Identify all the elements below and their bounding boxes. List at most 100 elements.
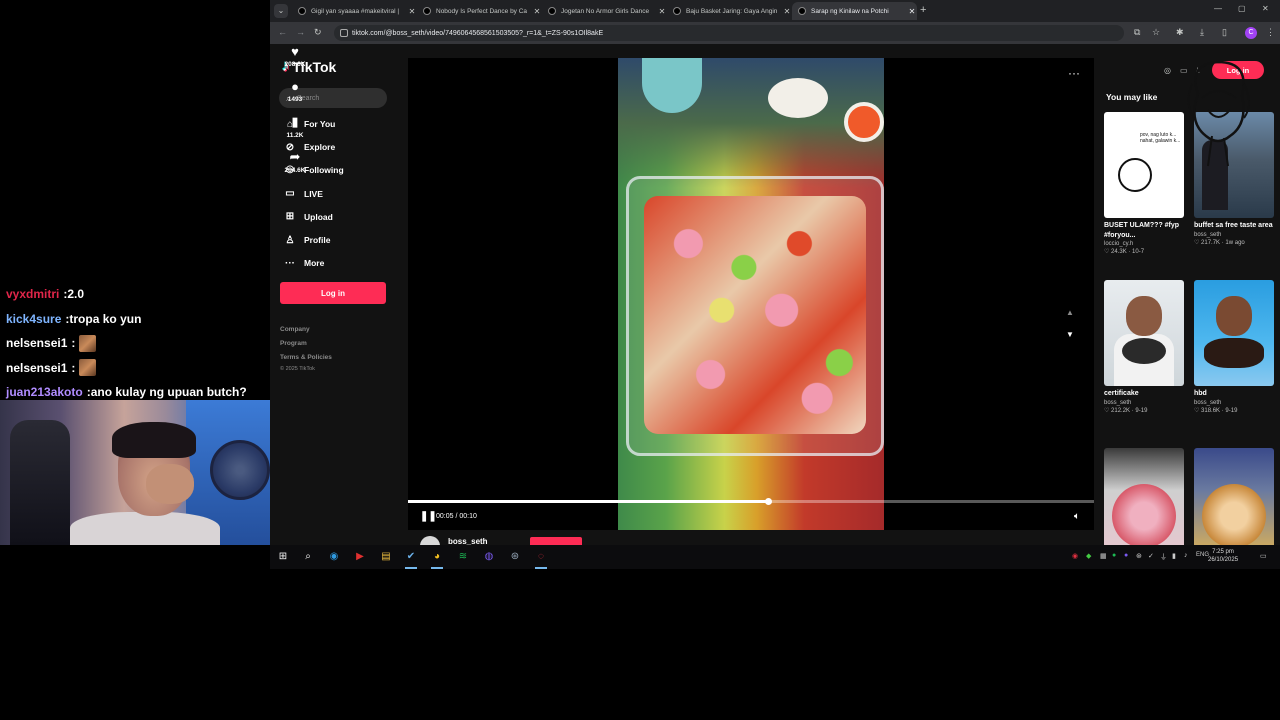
footer-terms[interactable]: Terms & Policies — [280, 354, 332, 361]
obs-icon[interactable]: ◌ — [534, 550, 548, 564]
site-info-icon[interactable] — [340, 29, 348, 37]
sidebar-icon[interactable]: ▯ — [1222, 27, 1227, 38]
follow-button[interactable] — [530, 537, 582, 545]
upload-icon: ⊞ — [285, 211, 295, 223]
reload-button[interactable]: ↻ — [314, 27, 322, 38]
progress-bar[interactable] — [408, 498, 1094, 505]
nav-item-live[interactable]: ▭ LIVE — [284, 186, 323, 202]
video-author[interactable]: boss_seth — [1194, 232, 1274, 238]
discord-icon[interactable]: ◍ — [482, 550, 496, 564]
recommended-video[interactable]: hbd boss_seth ♡ 318.6K · 9-19 — [1194, 280, 1274, 414]
comment-action[interactable]: ● 1493 — [270, 79, 320, 103]
taskbar-clock[interactable]: 7:25 pm 26/10/2025 — [1208, 548, 1238, 564]
coins-icon[interactable]: ◎ — [1164, 66, 1171, 75]
nav-item-upload[interactable]: ⊞ Upload — [284, 209, 333, 225]
browser-tab[interactable]: Nobody Is Perfect Dance by Ca ✕ — [417, 2, 542, 20]
steam-icon[interactable]: ⊛ — [508, 550, 522, 564]
video-stats: ♡ 212.2K · 9-19 — [1104, 407, 1148, 414]
tray-shield-icon[interactable]: ✓ — [1148, 552, 1154, 560]
video-thumbnail[interactable] — [1104, 280, 1184, 386]
video-thumbnail[interactable] — [1194, 448, 1274, 545]
chat-text: 2.0 — [67, 287, 85, 302]
browser-tab[interactable]: Baju Basket Jaring: Gaya Angin ✕ — [667, 2, 792, 20]
taskbar-search-icon[interactable]: ⌕ — [301, 550, 315, 564]
bookmark-icon[interactable]: ▮ — [270, 114, 320, 130]
creator-avatar[interactable] — [420, 536, 440, 545]
next-video-icon[interactable]: ▼ — [1066, 330, 1074, 339]
more-options-icon[interactable]: ··· — [1068, 66, 1080, 80]
tab-close-icon[interactable]: ✕ — [657, 7, 667, 16]
like-action[interactable]: ♥ 208.6K — [270, 44, 320, 68]
volume-icon[interactable]: 🔈︎ — [1074, 511, 1080, 522]
recommended-video[interactable]: certificake boss_seth ♡ 212.2K · 9-19 — [1104, 280, 1184, 414]
recommended-video[interactable] — [1194, 448, 1274, 545]
tray-mic-icon[interactable]: ▮ — [1172, 552, 1176, 560]
tray-app-icon-2[interactable]: ▦ — [1100, 552, 1107, 560]
video-frame[interactable] — [618, 58, 884, 530]
spotify-icon[interactable]: ≋ — [456, 550, 470, 564]
footer-company[interactable]: Company — [280, 326, 310, 333]
video-thumbnail[interactable]: pov, nag luto k... nahat, galawin k... — [1104, 112, 1184, 218]
extensions-icon[interactable]: ✱ — [1176, 27, 1184, 38]
tray-app-icon[interactable]: ◆ — [1086, 552, 1091, 560]
tab-close-icon[interactable]: ✕ — [907, 7, 917, 16]
tray-steam-icon[interactable]: ⊛ — [1136, 552, 1142, 560]
share-action[interactable]: ➦ 284.6K — [270, 149, 320, 174]
nav-item-more[interactable]: ··· More — [284, 255, 324, 271]
nav-item-profile[interactable]: ♙ Profile — [284, 232, 331, 248]
address-bar[interactable]: tiktok.com/@boss_seth/video/749606456856… — [334, 25, 1124, 41]
media-app-icon[interactable]: ▶ — [353, 550, 367, 564]
tab-title: Nobody Is Perfect Dance by Ca — [436, 7, 528, 15]
recommended-video[interactable] — [1104, 448, 1184, 545]
install-app-icon[interactable]: ⧉ — [1134, 27, 1140, 38]
video-player[interactable]: ··· ❚❚ 00:05 / 00:10 🔈︎ — [408, 58, 1094, 530]
previous-video-icon[interactable]: ▲ — [1066, 308, 1074, 317]
downloads-icon[interactable]: ⤓ — [1200, 27, 1204, 38]
heart-icon[interactable]: ♥ — [270, 44, 320, 59]
chrome-icon[interactable]: ◕ — [430, 550, 444, 564]
recommended-video[interactable]: pov, nag luto k... nahat, galawin k... BU… — [1104, 112, 1184, 255]
back-button[interactable]: ← — [278, 27, 287, 37]
pinned-app-icon[interactable]: ✔ — [404, 550, 418, 564]
tab-close-icon[interactable]: ✕ — [782, 7, 792, 16]
browser-tab[interactable]: Jogetan No Armor Girls Dance ✕ — [542, 2, 667, 20]
file-explorer-icon[interactable]: ▤ — [379, 550, 393, 564]
browser-toolbar: ← → ↻ tiktok.com/@boss_seth/video/749606… — [270, 22, 1280, 44]
tray-usb-icon[interactable]: ⏚ — [1160, 552, 1167, 562]
video-thumbnail[interactable] — [1104, 448, 1184, 545]
tab-search-button[interactable]: ⌄ — [274, 4, 288, 18]
forward-button[interactable]: → — [296, 27, 305, 37]
tray-spotify-icon[interactable]: ● — [1112, 552, 1116, 559]
video-author[interactable]: boss_seth — [1194, 400, 1274, 406]
new-tab-button[interactable]: + — [920, 4, 926, 16]
progress-fill — [408, 500, 768, 503]
progress-handle[interactable] — [765, 498, 772, 505]
creator-name[interactable]: boss_seth — [448, 537, 488, 545]
tray-speaker-icon[interactable]: ♪ — [1184, 552, 1188, 559]
windows-start-icon[interactable]: ⊞ — [276, 550, 290, 564]
close-window-button[interactable]: ✕ — [1262, 4, 1269, 13]
video-author[interactable]: loccio_cy.h — [1104, 241, 1184, 247]
pause-icon[interactable]: ❚❚ — [420, 511, 437, 522]
footer-program[interactable]: Program — [280, 340, 307, 347]
bookmark-star-icon[interactable]: ☆ — [1152, 27, 1160, 38]
comment-icon[interactable]: ● — [270, 79, 320, 94]
browser-tab[interactable]: Gigil yan syaaaa #makeitviral | ✕ — [292, 2, 417, 20]
video-author[interactable]: boss_seth — [1104, 400, 1184, 406]
tab-close-icon[interactable]: ✕ — [407, 7, 417, 16]
minimize-button[interactable]: — — [1214, 4, 1222, 13]
notification-icon[interactable]: ▭ — [1260, 552, 1267, 560]
profile-avatar[interactable]: C — [1245, 27, 1257, 39]
tiktok-favicon-icon — [298, 7, 306, 15]
tray-discord-icon[interactable]: ● — [1124, 552, 1128, 559]
edge-icon[interactable]: ◉ — [327, 550, 341, 564]
maximize-button[interactable]: ▢ — [1238, 4, 1246, 13]
browser-tab[interactable]: Sarap ng Kinilaw na Potchi ✕ — [792, 2, 917, 20]
tray-record-icon[interactable]: ◉ — [1072, 552, 1078, 560]
tab-close-icon[interactable]: ✕ — [532, 7, 542, 16]
video-thumbnail[interactable] — [1194, 280, 1274, 386]
share-icon[interactable]: ➦ — [270, 149, 320, 165]
chrome-menu-icon[interactable]: ⋮ — [1266, 27, 1275, 38]
save-action[interactable]: ▮ 11.2K — [270, 114, 320, 139]
login-button[interactable]: Log in — [280, 282, 386, 304]
